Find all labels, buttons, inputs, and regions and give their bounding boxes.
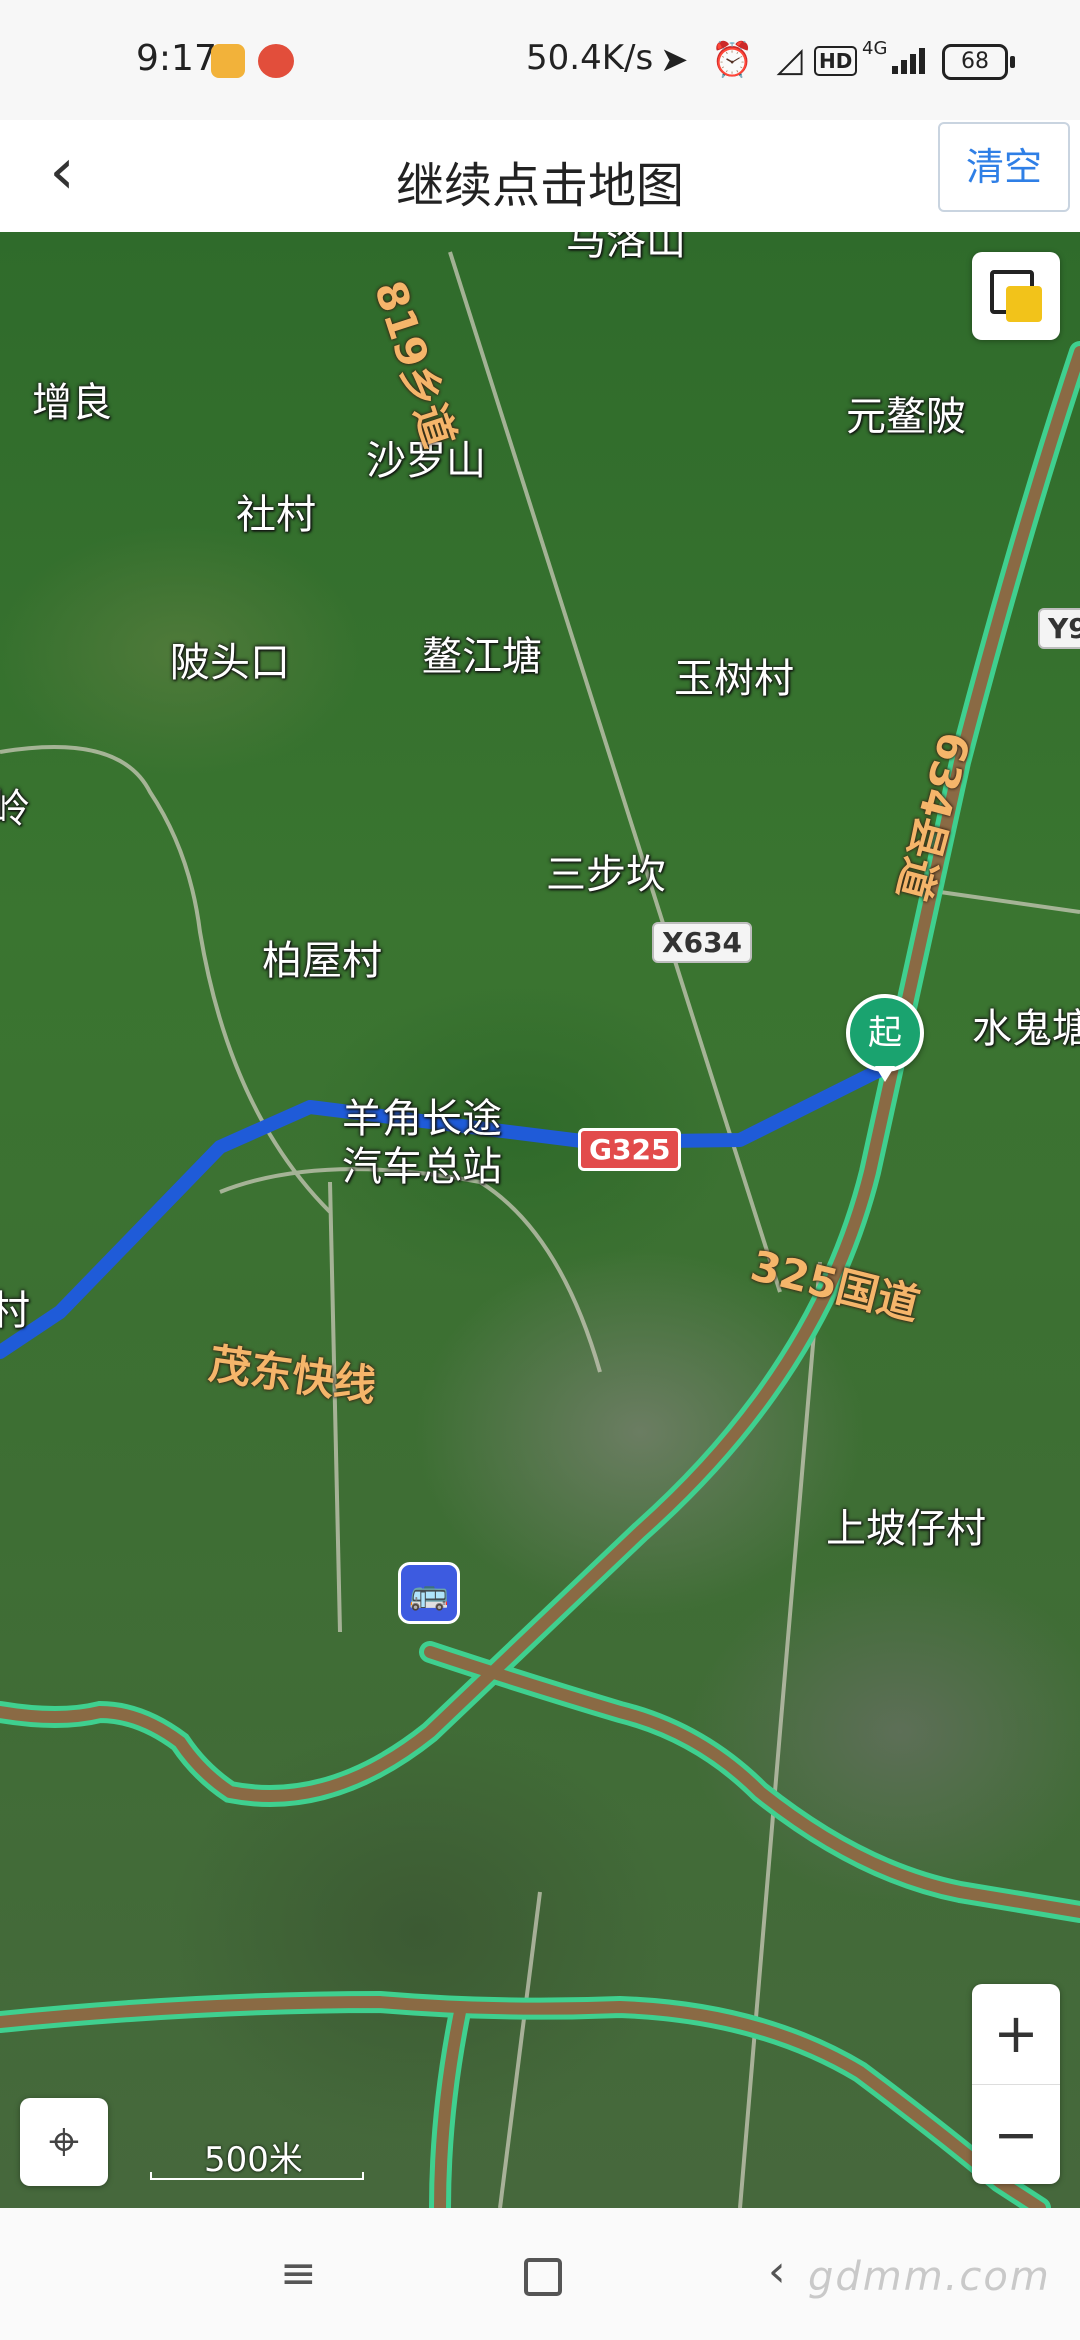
place-label: 柏屋村 (262, 938, 382, 984)
place-label: 岭 (0, 786, 30, 832)
place-label: 水鬼塘 (972, 1006, 1080, 1052)
page-title: 继续点击地图 (395, 158, 684, 214)
status-bar: 9:17 50.4K/s ➤ ⏰ ◿ HD 4G 68 (0, 0, 1080, 120)
status-time: 9:17 (136, 38, 217, 79)
place-label: 汽车总站 (342, 1144, 502, 1190)
minor-road (498, 1891, 542, 2208)
place-label: 上坡仔村 (826, 1506, 986, 1552)
status-icons: ➤ ⏰ ◿ (660, 40, 809, 80)
nav-back-button[interactable]: ‹ (768, 2246, 786, 2297)
road-shield: Y9 (1038, 608, 1080, 649)
hd-badge: HD (814, 46, 858, 76)
home-button[interactable] (524, 2258, 562, 2296)
clear-button[interactable]: 清空 (938, 122, 1070, 212)
place-label: 增良 (32, 380, 112, 426)
signal-icon (892, 48, 928, 74)
system-nav-bar: ≡ ‹ gdmm.com (0, 2208, 1080, 2340)
place-label: 玉树村 (674, 656, 794, 702)
place-label: 元鳌陂 (846, 394, 966, 440)
app-notification-icon (211, 44, 245, 78)
place-label: 三步坎 (546, 852, 666, 898)
map-roads-layer (0, 251, 1080, 2208)
locate-button[interactable]: ⌖ (20, 2098, 108, 2186)
layers-icon-fill (1006, 286, 1042, 322)
layers-button[interactable] (972, 252, 1060, 340)
place-label: 陂头口 (170, 640, 290, 686)
scale-line (150, 2172, 364, 2180)
place-label: 村 (0, 1288, 30, 1334)
app-notification-icon (258, 44, 294, 78)
minor-road (939, 890, 1080, 914)
zoom-control: + − (972, 1984, 1060, 2184)
battery-icon: 68 (942, 44, 1015, 80)
place-label: 社村 (236, 492, 316, 538)
map-view[interactable]: 马洛山 增良 元鳌陂 沙罗山 社村 陂头口 鳌江塘 玉树村 三步坎 柏屋村 水鬼… (0, 232, 1080, 2208)
road-shield: G325 (578, 1128, 682, 1171)
title-bar: ‹ 继续点击地图 清空 (0, 120, 1080, 232)
start-marker[interactable]: 起 (846, 994, 924, 1082)
menu-button[interactable]: ≡ (280, 2248, 317, 2299)
zoom-out-button[interactable]: − (972, 2084, 1060, 2185)
highway-x634 (0, 341, 1080, 1807)
road-shield: X634 (652, 922, 753, 963)
scale-bar: 500米 (150, 2132, 364, 2180)
watermark: gdmm.com (808, 2254, 1051, 2300)
place-label: 鳌江塘 (422, 634, 542, 680)
zoom-in-button[interactable]: + (972, 1984, 1060, 2084)
bus-station-icon[interactable]: 🚌 (398, 1562, 460, 1624)
place-label: 马洛山 (566, 232, 686, 264)
network-speed: 50.4K/s (526, 38, 654, 78)
network-type: 4G (862, 38, 888, 59)
